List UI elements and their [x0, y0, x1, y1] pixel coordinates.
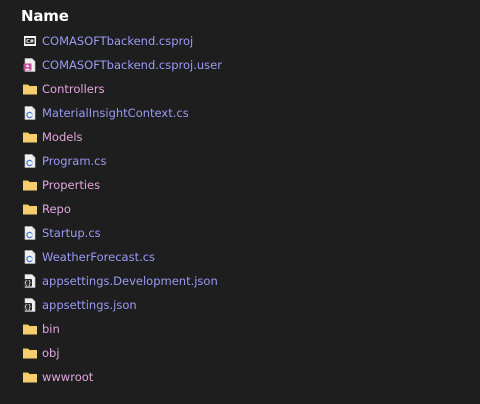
folder-icon	[22, 177, 38, 193]
folder-name: wwwroot	[42, 370, 94, 384]
folder-row[interactable]: Repo	[0, 197, 480, 221]
folder-row[interactable]: bin	[0, 317, 480, 341]
folder-icon	[22, 369, 38, 385]
folder-row[interactable]: Models	[0, 125, 480, 149]
folder-row[interactable]: Controllers	[0, 77, 480, 101]
folder-name: Repo	[42, 202, 71, 216]
file-name: WeatherForecast.cs	[42, 250, 156, 264]
folder-icon	[22, 129, 38, 145]
folder-row[interactable]: obj	[0, 341, 480, 365]
folder-name: Controllers	[42, 82, 105, 96]
file-name: COMASOFTbackend.csproj	[42, 34, 194, 48]
folder-name: Properties	[42, 178, 101, 192]
svg-text:C#: C#	[26, 39, 34, 45]
file-name: appsettings.json	[42, 298, 137, 312]
json-file-icon: {}	[22, 297, 38, 313]
file-name: Program.cs	[42, 154, 107, 168]
csharp-file-icon	[22, 105, 38, 121]
csharp-file-icon	[22, 249, 38, 265]
file-explorer-panel: Name C# COMASOFTbackend.csproj COMASOFTb…	[0, 0, 480, 404]
file-name: MaterialInsightContext.cs	[42, 106, 189, 120]
folder-name: Models	[42, 130, 83, 144]
file-row[interactable]: WeatherForecast.cs	[0, 245, 480, 269]
folder-name: bin	[42, 322, 60, 336]
file-row[interactable]: C# COMASOFTbackend.csproj	[0, 29, 480, 53]
json-file-icon: {}	[22, 273, 38, 289]
file-row[interactable]: Startup.cs	[0, 221, 480, 245]
csharp-file-icon	[22, 153, 38, 169]
folder-icon	[22, 345, 38, 361]
name-column-header[interactable]: Name	[21, 7, 69, 25]
folder-row[interactable]: Properties	[0, 173, 480, 197]
svg-text:{}: {}	[24, 279, 32, 287]
file-row[interactable]: Program.cs	[0, 149, 480, 173]
file-name: appsettings.Development.json	[42, 274, 218, 288]
file-list: C# COMASOFTbackend.csproj COMASOFTbacken…	[0, 29, 480, 389]
csharp-file-icon	[22, 225, 38, 241]
file-name: Startup.cs	[42, 226, 101, 240]
file-name: COMASOFTbackend.csproj.user	[42, 58, 222, 72]
folder-icon	[22, 81, 38, 97]
folder-icon	[22, 321, 38, 337]
folder-icon	[22, 201, 38, 217]
file-row[interactable]: COMASOFTbackend.csproj.user	[0, 53, 480, 77]
file-row[interactable]: {} appsettings.json	[0, 293, 480, 317]
file-row[interactable]: MaterialInsightContext.cs	[0, 101, 480, 125]
folder-name: obj	[42, 346, 60, 360]
svg-text:{}: {}	[24, 303, 32, 311]
file-row[interactable]: {} appsettings.Development.json	[0, 269, 480, 293]
csproj-icon: C#	[22, 33, 38, 49]
folder-row[interactable]: wwwroot	[0, 365, 480, 389]
csproj-user-icon	[22, 57, 38, 73]
